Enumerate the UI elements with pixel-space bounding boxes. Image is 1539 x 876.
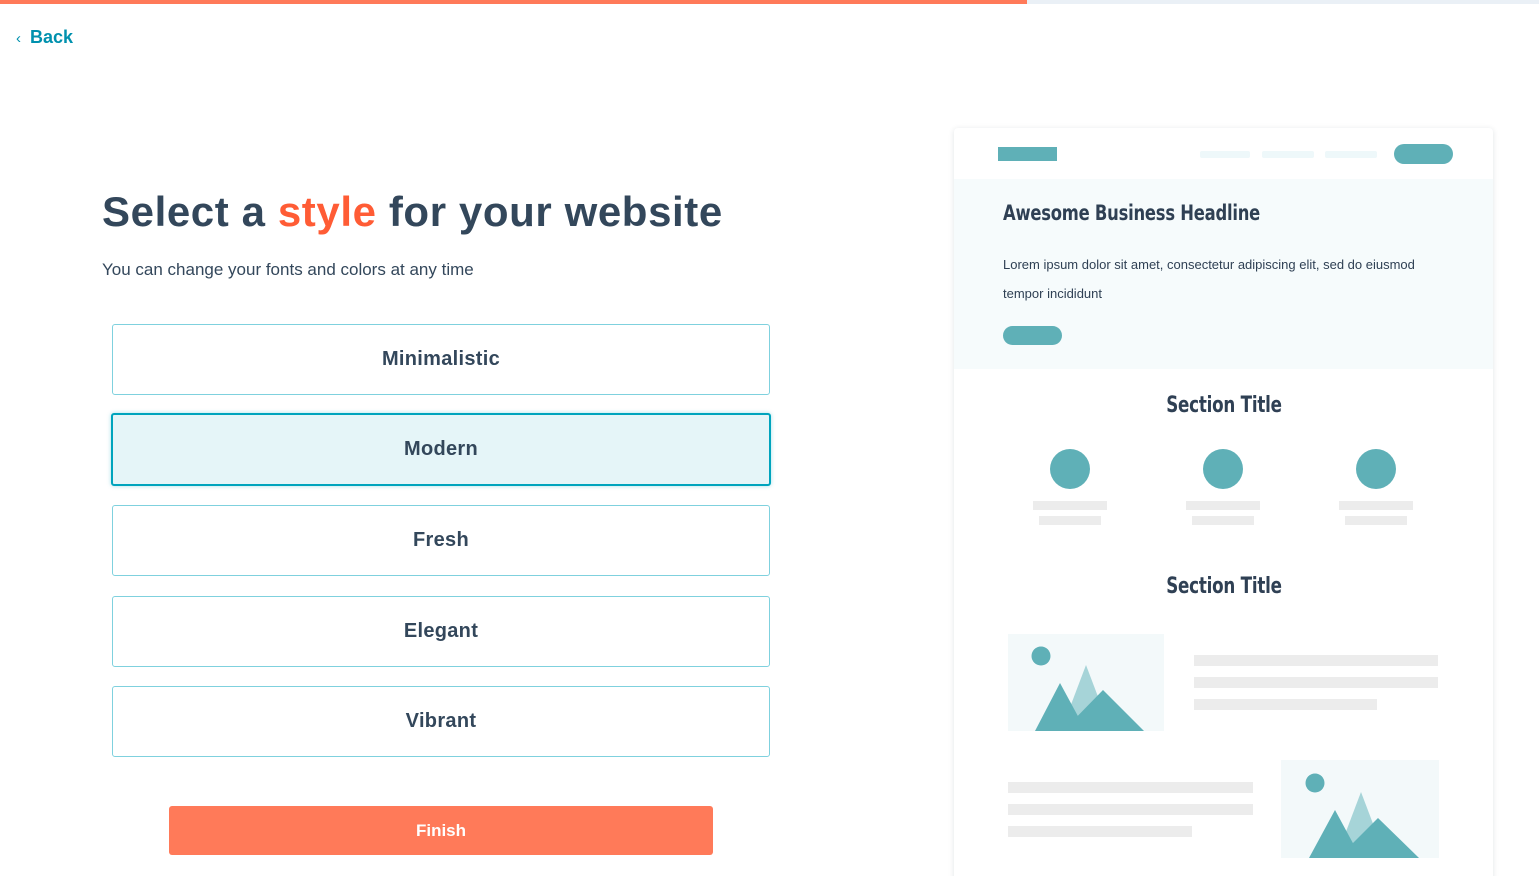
style-option-label: Vibrant bbox=[405, 710, 477, 732]
page-title: Select a style for your website bbox=[102, 188, 723, 236]
progress-bar-fill bbox=[0, 0, 1027, 4]
back-link[interactable]: ‹ Back bbox=[16, 27, 73, 48]
back-label: Back bbox=[30, 27, 74, 47]
preview-section-title: Section Title bbox=[1165, 393, 1282, 418]
preview-placeholder-line bbox=[1194, 699, 1377, 710]
preview-nav-item bbox=[1262, 151, 1314, 158]
finish-button[interactable]: Finish bbox=[169, 806, 713, 855]
mountain-image-icon bbox=[1281, 760, 1439, 858]
preview-placeholder-line bbox=[1339, 501, 1413, 510]
preview-placeholder-line bbox=[1008, 826, 1192, 837]
preview-nav-item bbox=[1200, 151, 1250, 158]
style-option-modern[interactable]: Modern bbox=[111, 413, 771, 486]
preview-feature-circle bbox=[1050, 449, 1090, 489]
preview-headline: Awesome Business Headline bbox=[1003, 201, 1261, 225]
preview-placeholder-line bbox=[1345, 516, 1407, 525]
title-accent-word: style bbox=[277, 188, 377, 235]
title-part-2: for your website bbox=[376, 188, 723, 235]
style-option-vibrant[interactable]: Vibrant bbox=[112, 686, 770, 757]
preview-placeholder-line bbox=[1194, 655, 1438, 666]
style-option-fresh[interactable]: Fresh bbox=[112, 505, 770, 576]
preview-nav-item bbox=[1325, 151, 1377, 158]
preview-placeholder-line bbox=[1192, 516, 1254, 525]
style-option-label: Elegant bbox=[403, 620, 479, 642]
preview-placeholder-line bbox=[1186, 501, 1260, 510]
preview-body-text: Lorem ipsum dolor sit amet, consectetur … bbox=[1003, 257, 1415, 301]
style-option-elegant[interactable]: Elegant bbox=[112, 596, 770, 667]
preview-placeholder-line bbox=[1033, 501, 1107, 510]
page-subtitle: You can change your fonts and colors at … bbox=[102, 260, 474, 279]
preview-placeholder-line bbox=[1194, 677, 1438, 688]
preview-placeholder-line bbox=[1008, 782, 1253, 793]
preview-placeholder-line bbox=[1008, 804, 1253, 815]
preview-nav-button bbox=[1394, 144, 1453, 164]
preview-hero-button bbox=[1003, 326, 1062, 345]
website-preview: Awesome Business Headline Lorem ipsum do… bbox=[954, 128, 1493, 876]
mountain-image-icon bbox=[1008, 634, 1164, 731]
style-option-label: Fresh bbox=[413, 529, 469, 551]
preview-logo bbox=[998, 147, 1057, 161]
preview-feature-circle bbox=[1356, 449, 1396, 489]
style-option-label: Minimalistic bbox=[381, 348, 501, 370]
preview-feature-circle bbox=[1203, 449, 1243, 489]
chevron-left-icon: ‹ bbox=[16, 29, 21, 47]
style-option-label: Modern bbox=[403, 438, 479, 460]
preview-placeholder-line bbox=[1039, 516, 1101, 525]
preview-section-title: Section Title bbox=[1165, 574, 1282, 599]
style-option-minimalistic[interactable]: Minimalistic bbox=[112, 324, 770, 395]
progress-bar bbox=[0, 0, 1539, 4]
title-part-1: Select a bbox=[102, 188, 278, 235]
